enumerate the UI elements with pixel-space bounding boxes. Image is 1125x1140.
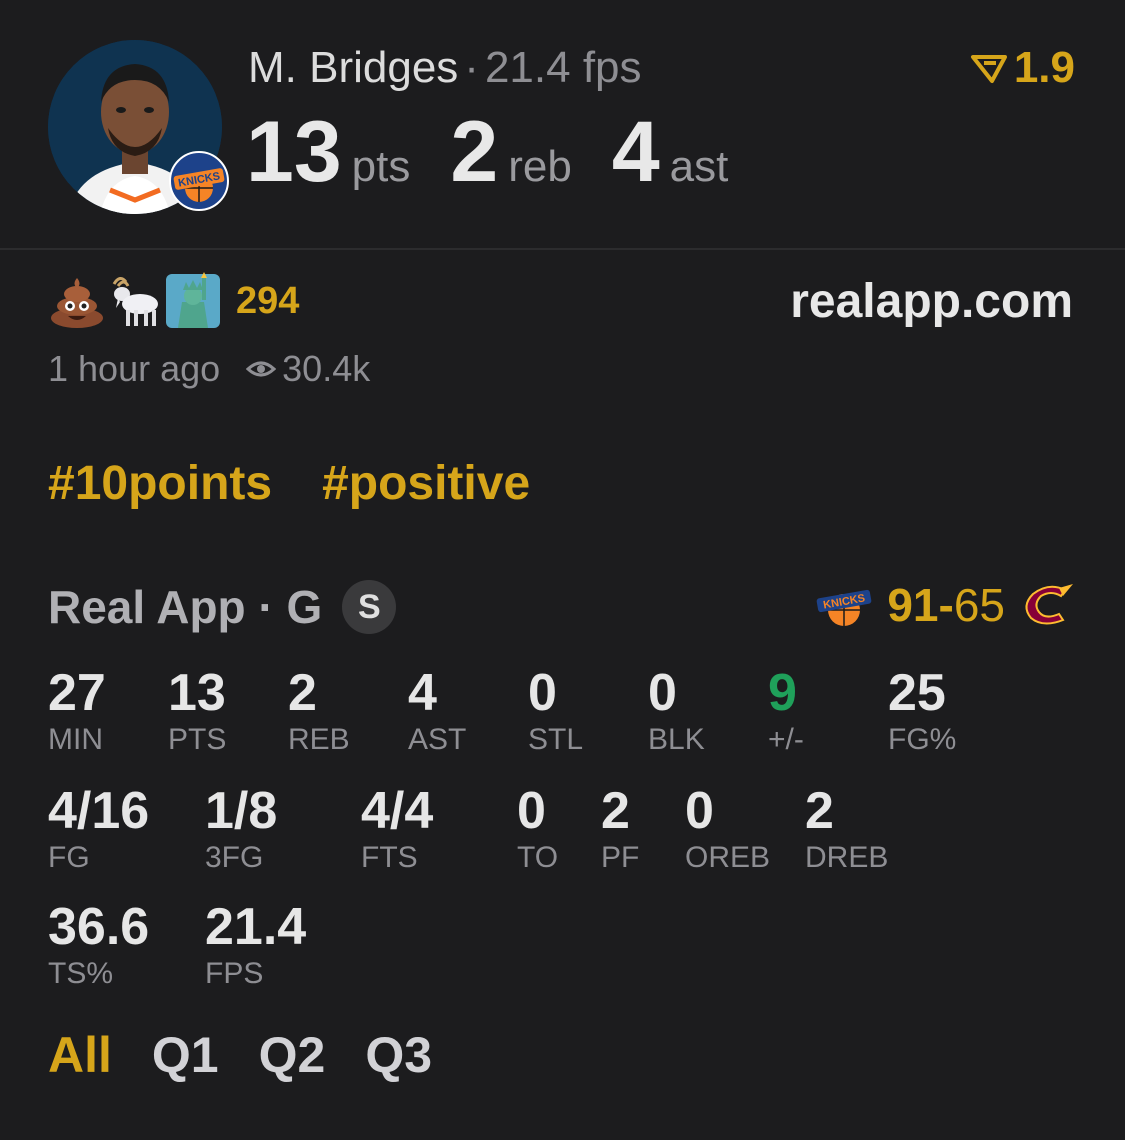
eye-icon [246,361,277,377]
game-score[interactable]: KNICKS 91-65 [815,578,1075,632]
stat-fg-pct: 25 FG% [888,664,956,758]
stat-label: FG [48,841,90,874]
hashtag-list: #10points #positive [48,456,530,511]
stat-value: 0 [648,664,677,722]
post-time: 1 hour ago [48,348,221,389]
statue-of-liberty-emoji-icon [166,272,220,328]
stat-label: PTS [168,723,227,756]
position-badge: S [342,580,397,634]
stat-label: +/- [768,723,804,756]
stat-plus-minus: 9 +/- [768,664,804,758]
stat-value: 25 [888,664,946,722]
stat-label: FG% [888,723,957,756]
stat-label: PF [601,841,640,874]
stat-value: 0 [528,664,557,722]
player-header: KNICKS M. Bridges · 21.4 fps 1.9 13 pts 2 re… [0,0,1125,248]
view-count: 30.4k [282,348,371,389]
stat-value: 36.6 [48,898,150,956]
stat-pf: 2 PF [601,782,639,876]
stat-label: TS% [48,957,114,990]
stat-value: 4 [408,664,437,722]
tab-all[interactable]: All [48,1026,112,1084]
assists-value: 4 [611,104,660,200]
score-separator: - [938,579,954,631]
tab-q2[interactable]: Q2 [259,1026,326,1084]
assists-unit: ast [669,142,729,191]
quarter-tabs: All Q1 Q2 Q3 [48,1026,432,1084]
knicks-logo-icon: KNICKS [816,589,872,626]
points-value: 13 [246,104,342,200]
stat-value: 2 [288,664,317,722]
player-rating[interactable]: 1.9 [970,42,1075,94]
stat-blk: 0 BLK [648,664,705,758]
stat-value: 1/8 [205,782,278,840]
stat-label: REB [288,723,350,756]
stat-value: 21.4 [205,898,307,956]
home-score: 91 [887,579,939,631]
knicks-logo-icon: KNICKS [169,151,229,211]
away-score: 65 [953,579,1005,631]
reaction-count: 294 [236,279,300,322]
post-meta: 1 hour ago 30.4k [48,348,370,390]
stat-value: 4/16 [48,782,150,840]
player-title-line: M. Bridges · 21.4 fps [248,42,642,94]
stat-label: FPS [205,957,264,990]
points-unit: pts [351,142,411,191]
game-info: Real App · G S [48,580,397,634]
stat-ast: 4 AST [408,664,466,758]
stat-stl: 0 STL [528,664,583,758]
stat-ts-pct: 36.6 TS% [48,898,149,992]
stat-to: 0 TO [517,782,558,876]
stat-reb: 2 REB [288,664,350,758]
stat-value: 2 [805,782,834,840]
stat-pts: 13 PTS [168,664,226,758]
stat-3fg: 1/8 3FG [205,782,277,876]
rating-icon [970,55,1007,83]
cavaliers-logo-icon [1025,584,1073,625]
stat-fps: 21.4 FPS [205,898,306,992]
stat-value: 4/4 [361,782,434,840]
stat-label: TO [517,841,559,874]
separator-dot: · [464,43,479,92]
hashtag[interactable]: #10points [48,456,272,511]
stat-label: FTS [361,841,418,874]
player-fps: 21.4 fps [484,43,642,92]
stat-value: 27 [48,664,106,722]
goat-emoji-icon [112,277,158,326]
reactions-row[interactable]: 294 [48,272,299,330]
stat-label: DREB [805,841,889,874]
stat-label: AST [408,723,467,756]
header-divider [0,248,1125,250]
stat-value: 0 [517,782,546,840]
rating-value: 1.9 [1013,43,1075,92]
stat-dreb: 2 DREB [805,782,888,876]
stat-value: 2 [601,782,630,840]
poop-emoji-icon [51,278,103,328]
stat-fts: 4/4 FTS [361,782,433,876]
game-title: Real App · G [48,581,323,633]
stat-label: STL [528,723,584,756]
player-name[interactable]: M. Bridges [248,43,458,92]
stat-value: 0 [685,782,714,840]
stat-label: BLK [648,723,705,756]
stat-fg: 4/16 FG [48,782,149,876]
stat-label: OREB [685,841,771,874]
rebounds-unit: reb [508,142,572,191]
hashtag[interactable]: #positive [322,456,530,511]
stat-value: 9 [768,664,797,722]
site-link[interactable]: realapp.com [790,272,1073,332]
headline-stats: 13 pts 2 reb 4 ast [246,104,768,200]
stat-label: MIN [48,723,103,756]
rebounds-value: 2 [450,104,499,200]
stat-min: 27 MIN [48,664,106,758]
stat-label: 3FG [205,841,264,874]
stat-oreb: 0 OREB [685,782,770,876]
tab-q3[interactable]: Q3 [365,1026,432,1084]
stat-value: 13 [168,664,226,722]
tab-q1[interactable]: Q1 [152,1026,219,1084]
